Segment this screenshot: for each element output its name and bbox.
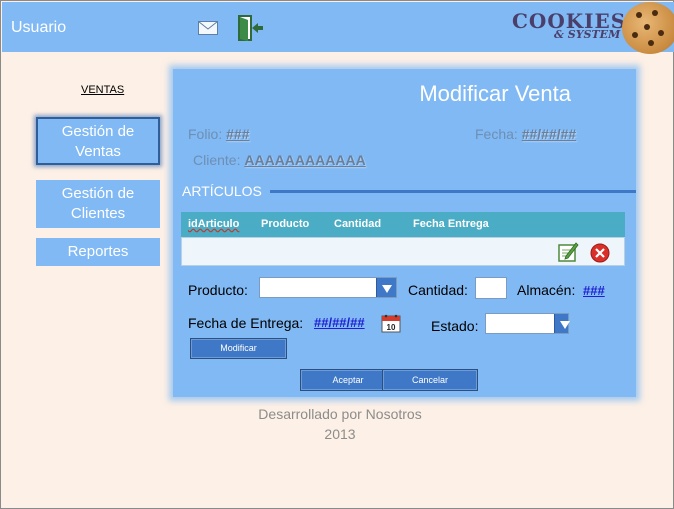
cantidad-label: Cantidad: [408, 282, 468, 298]
footer: Desarrollado por Nosotros 2013 [230, 404, 450, 444]
calendar-icon[interactable]: 10 [381, 313, 401, 333]
calendar-day: 10 [387, 323, 396, 332]
mail-icon[interactable] [198, 21, 218, 35]
fecha-field: Fecha: ##/##/## [475, 126, 576, 142]
articulos-section-title: ARTÍCULOS [182, 183, 262, 199]
almacen-value[interactable]: ### [583, 283, 605, 298]
top-bar: Usuario COOKIES & SYSTEM [2, 2, 674, 54]
folio-label: Folio: [188, 126, 223, 142]
sidebar-item-label: Clientes [70, 205, 126, 222]
sidebar-item-gestion-clientes[interactable]: Gestión de Clientes [36, 180, 160, 228]
fecha-entrega-label: Fecha de Entrega: [188, 315, 304, 331]
sidebar-item-reportes[interactable]: Reportes [36, 238, 160, 266]
articulos-grid-header: idArticulo Producto Cantidad Fecha Entre… [181, 212, 625, 237]
almacen-label: Almacén: [517, 282, 576, 298]
folio-value[interactable]: ### [226, 126, 249, 142]
fecha-entrega-value[interactable]: ##/##/## [314, 315, 365, 330]
app-window: Usuario COOKIES & SYSTEM VENTAS Gestión … [0, 0, 674, 509]
sidebar-title: VENTAS [81, 84, 125, 96]
footer-credits: Desarrollado por Nosotros [258, 406, 422, 422]
fecha-value[interactable]: ##/##/## [522, 126, 577, 142]
cliente-field: Cliente: AAAAAAAAAAAA [193, 152, 366, 168]
section-divider [270, 190, 636, 193]
chevron-down-icon[interactable] [554, 314, 570, 333]
folio-field: Folio: ### [188, 126, 249, 142]
cancelar-button[interactable]: Cancelar [382, 369, 478, 391]
sidebar-item-gestion-ventas[interactable]: Gestión de Ventas [36, 117, 160, 165]
column-header-idarticulo[interactable]: idArticulo [188, 218, 239, 230]
footer-year: 2013 [324, 426, 356, 442]
fecha-label: Fecha: [475, 126, 518, 142]
cliente-value[interactable]: AAAAAAAAAAAA [244, 152, 365, 168]
modificar-button[interactable]: Modificar [190, 338, 287, 359]
logout-icon[interactable] [234, 13, 264, 43]
sidebar-item-label: Reportes [67, 243, 129, 260]
table-row[interactable] [181, 237, 625, 266]
user-label: Usuario [11, 19, 67, 36]
cantidad-input[interactable] [475, 277, 507, 299]
chevron-down-icon[interactable] [376, 278, 396, 297]
sidebar-item-label: Gestión de [61, 123, 135, 140]
cliente-label: Cliente: [193, 152, 241, 168]
page-title: Modificar Venta [419, 81, 571, 106]
column-header-producto[interactable]: Producto [261, 218, 309, 230]
column-header-cantidad[interactable]: Cantidad [334, 218, 381, 230]
sidebar-item-label: Ventas [75, 143, 121, 160]
estado-select[interactable] [485, 313, 570, 334]
edit-icon[interactable] [557, 241, 579, 263]
cookies-system-logo: COOKIES & SYSTEM [508, 2, 674, 54]
producto-label: Producto: [188, 282, 248, 298]
estado-label: Estado: [431, 318, 479, 334]
column-header-fecha-entrega[interactable]: Fecha Entrega [413, 218, 489, 230]
logo-subtitle: & SYSTEM [554, 28, 621, 41]
modificar-venta-panel: Modificar Venta Folio: ### Fecha: ##/##/… [173, 69, 636, 397]
producto-select[interactable] [259, 277, 397, 298]
cookie-icon [622, 2, 674, 54]
sidebar-item-label: Gestión de [61, 185, 135, 202]
delete-icon[interactable] [590, 243, 610, 263]
